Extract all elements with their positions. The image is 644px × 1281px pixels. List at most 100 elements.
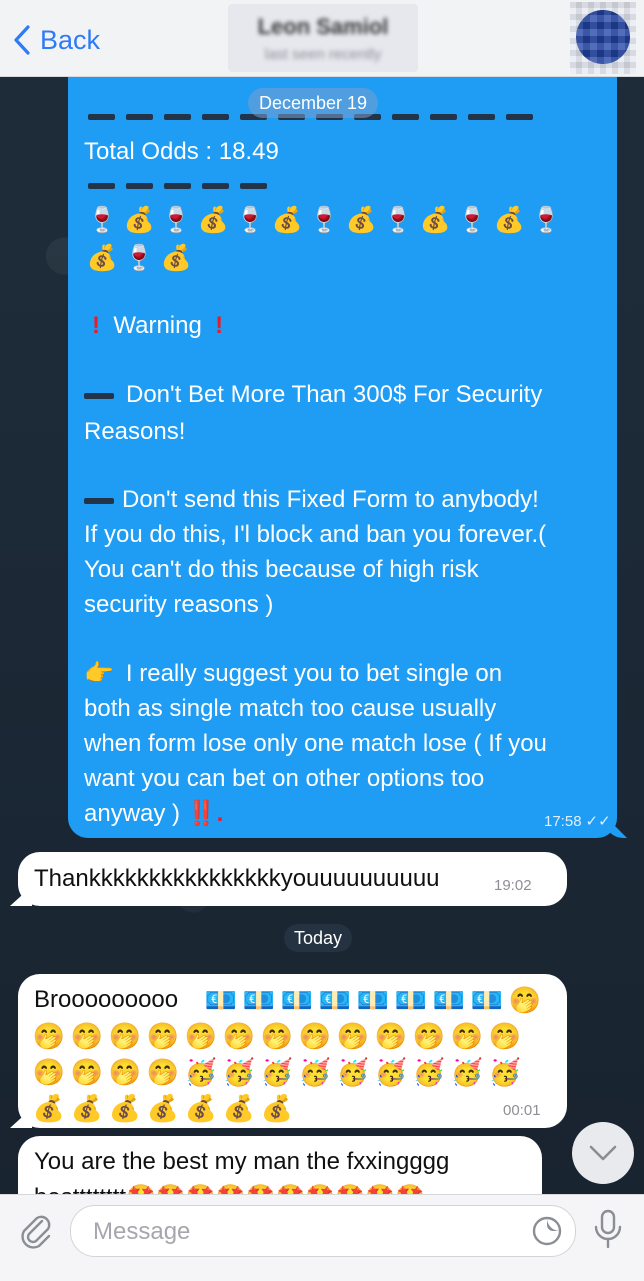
partying-face-icon: 🥳 bbox=[488, 1057, 522, 1087]
message-time: 00:01 bbox=[503, 1102, 541, 1119]
incoming-message-bubble[interactable]: Thankkkkkkkkkkkkkkkkyouuuuuuuuuu 19:02 bbox=[10, 852, 567, 906]
money-wings-icon: 💶 bbox=[356, 985, 390, 1015]
partying-face-icon: 🥳 bbox=[412, 1057, 446, 1087]
hand-over-mouth-icon: 🤭 bbox=[108, 1021, 142, 1051]
suggestion-line-4: want you can bet on other options too bbox=[84, 765, 485, 792]
money-wings-icon: 💶 bbox=[242, 985, 276, 1015]
money-wings-icon: 💶 bbox=[394, 985, 428, 1015]
message-input[interactable] bbox=[91, 1214, 515, 1250]
partying-face-icon: 🥳 bbox=[260, 1057, 294, 1087]
hand-over-mouth-icon: 🤭 bbox=[508, 985, 542, 1015]
money-bag-icon: 💰 bbox=[260, 1093, 294, 1123]
dash-icon bbox=[84, 497, 114, 504]
hand-over-mouth-icon: 🤭 bbox=[336, 1021, 370, 1051]
total-odds-text: Total Odds : 18.49 bbox=[84, 138, 279, 165]
message-time: 19:02 bbox=[494, 877, 532, 894]
warning-1-line-2: Reasons! bbox=[84, 418, 186, 445]
message-text: Thankkkkkkkkkkkkkkkkyouuuuuuuuuu bbox=[34, 865, 440, 892]
money-bag-icon: 💰 bbox=[271, 206, 304, 234]
incoming-message-bubble[interactable]: Brooooooooo 💶 💶 💶 💶 💶 💶 💶 💶 🤭 🤭 🤭 🤭 🤭 🤭 … bbox=[10, 974, 567, 1128]
back-button[interactable]: Back bbox=[12, 20, 100, 60]
hand-over-mouth-icon: 🤭 bbox=[108, 1057, 142, 1087]
emoji-row: 💰 💰 💰 💰 💰 💰 💰 bbox=[30, 1090, 296, 1126]
wine-glass-icon: 🍷 bbox=[308, 206, 341, 234]
avatar[interactable] bbox=[570, 2, 636, 74]
money-bag-icon: 💰 bbox=[197, 206, 230, 234]
money-bag-icon: 💰 bbox=[160, 244, 193, 272]
emoji-row-1: 🍷 💰 🍷 💰 🍷 💰 🍷 💰 🍷 💰 🍷 💰 🍷 bbox=[84, 204, 565, 236]
scroll-to-bottom-button[interactable] bbox=[572, 1122, 634, 1184]
warning-1-line-1: Don't Bet More Than 300$ For Security bbox=[84, 377, 542, 412]
partying-face-icon: 🥳 bbox=[336, 1057, 370, 1087]
partying-face-icon: 🥳 bbox=[298, 1057, 332, 1087]
money-wings-icon: 💶 bbox=[204, 985, 238, 1015]
money-bag-icon: 💰 bbox=[222, 1093, 256, 1123]
money-bag-icon: 💰 bbox=[493, 206, 526, 234]
composer-bar bbox=[0, 1194, 644, 1281]
money-bag-icon: 💰 bbox=[108, 1093, 142, 1123]
pointing-hand-icon: 👉 bbox=[84, 660, 114, 687]
money-bag-icon: 💰 bbox=[86, 244, 119, 272]
money-bag-icon: 💰 bbox=[146, 1093, 180, 1123]
wine-glass-icon: 🍷 bbox=[530, 206, 563, 234]
sticker-icon[interactable] bbox=[531, 1215, 563, 1247]
hand-over-mouth-icon: 🤭 bbox=[32, 1021, 66, 1051]
hand-over-mouth-icon: 🤭 bbox=[450, 1021, 484, 1051]
exclamation-icon: ! bbox=[92, 312, 100, 339]
suggestion-line-5: anyway ) ‼️. bbox=[84, 800, 224, 827]
wine-glass-icon: 🍷 bbox=[234, 206, 267, 234]
warning-label: Warning bbox=[113, 312, 202, 339]
money-bag-icon: 💰 bbox=[32, 1093, 66, 1123]
avatar-image bbox=[576, 10, 630, 64]
hand-over-mouth-icon: 🤭 bbox=[412, 1021, 446, 1051]
money-bag-icon: 💰 bbox=[70, 1093, 104, 1123]
money-wings-icon: 💶 bbox=[280, 985, 314, 1015]
hand-over-mouth-icon: 🤭 bbox=[374, 1021, 408, 1051]
double-check-icon: ✓✓ bbox=[585, 813, 611, 830]
warning-2-line-3: You can't do this because of high risk bbox=[84, 556, 479, 583]
microphone-icon[interactable] bbox=[592, 1209, 624, 1251]
hand-over-mouth-icon: 🤭 bbox=[32, 1057, 66, 1087]
message-field[interactable] bbox=[70, 1205, 576, 1257]
hand-over-mouth-icon: 🤭 bbox=[298, 1021, 332, 1051]
dash-icon bbox=[84, 392, 114, 399]
emoji-row: 🤭 🤭 🤭 🤭 🤭 🤭 🤭 🤭 🤭 🤭 🤭 🤭 🤭 bbox=[30, 1018, 524, 1054]
hand-over-mouth-icon: 🤭 bbox=[70, 1057, 104, 1087]
money-wings-icon: 💶 bbox=[318, 985, 352, 1015]
exclamation-icon: ! bbox=[215, 312, 224, 339]
outgoing-timestamp: 17:58 ✓✓ bbox=[544, 812, 611, 831]
money-bag-icon: 💰 bbox=[345, 206, 378, 234]
hand-over-mouth-icon: 🤭 bbox=[488, 1021, 522, 1051]
dash-divider-short bbox=[88, 183, 267, 189]
contact-name: Leon Samiol bbox=[257, 14, 389, 39]
wine-glass-icon: 🍷 bbox=[382, 206, 415, 234]
chat-header: Back Leon Samiol last seen recently bbox=[0, 0, 644, 77]
partying-face-icon: 🥳 bbox=[374, 1057, 408, 1087]
hand-over-mouth-icon: 🤭 bbox=[146, 1021, 180, 1051]
chat-title[interactable]: Leon Samiol last seen recently bbox=[228, 4, 418, 72]
message-text: You are the best my man the fxxingggg bbox=[34, 1148, 450, 1175]
warning-line: ! Warning ! bbox=[92, 308, 223, 343]
hand-over-mouth-icon: 🤭 bbox=[146, 1057, 180, 1087]
money-wings-icon: 💶 bbox=[432, 985, 466, 1015]
hand-over-mouth-icon: 🤭 bbox=[70, 1021, 104, 1051]
money-wings-icon: 💶 bbox=[470, 985, 504, 1015]
contact-status: last seen recently bbox=[264, 46, 382, 63]
warning-2-line-4: security reasons ) bbox=[84, 591, 274, 618]
hand-over-mouth-icon: 🤭 bbox=[184, 1021, 218, 1051]
wine-glass-icon: 🍷 bbox=[160, 206, 193, 234]
chevron-down-icon bbox=[589, 1145, 617, 1161]
back-label: Back bbox=[40, 24, 101, 55]
hand-over-mouth-icon: 🤭 bbox=[222, 1021, 256, 1051]
wine-glass-icon: 🍷 bbox=[123, 244, 156, 272]
emoji-row-2: 💰 🍷 💰 bbox=[84, 242, 195, 274]
wine-glass-icon: 🍷 bbox=[456, 206, 489, 234]
partying-face-icon: 🥳 bbox=[450, 1057, 484, 1087]
today-separator: Today bbox=[284, 924, 353, 952]
hand-over-mouth-icon: 🤭 bbox=[260, 1021, 294, 1051]
date-separator: December 19 bbox=[248, 88, 379, 118]
double-exclamation-icon: ‼️. bbox=[186, 800, 224, 827]
suggestion-line-2: both as single match too cause usually bbox=[84, 695, 497, 722]
partying-face-icon: 🥳 bbox=[184, 1057, 218, 1087]
paperclip-icon[interactable] bbox=[16, 1211, 56, 1251]
